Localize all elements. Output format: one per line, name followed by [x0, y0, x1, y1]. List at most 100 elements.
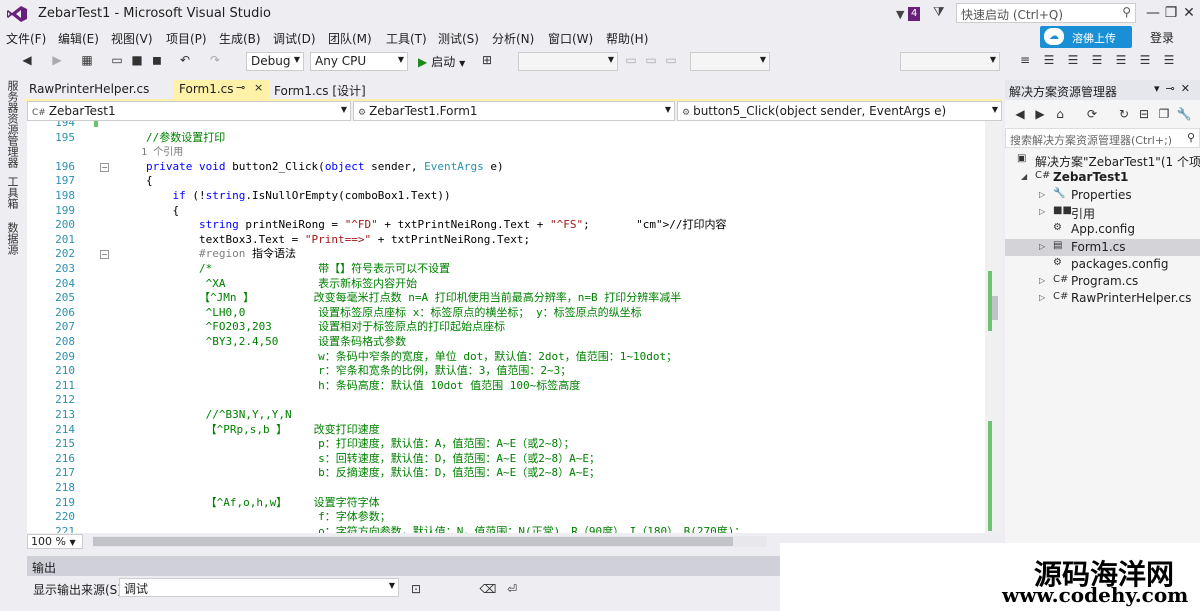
solution-tree-item[interactable]: ⚙ App.config: [1005, 221, 1200, 238]
show-all-files-icon[interactable]: ❐: [1155, 105, 1173, 123]
solution-tree-item[interactable]: ▷ ▤ Form1.cs: [1005, 238, 1200, 256]
format-icon[interactable]: ☰: [1088, 51, 1106, 69]
clear-all-icon[interactable]: ⌫: [479, 580, 497, 598]
format-icon[interactable]: ☰: [1064, 51, 1082, 69]
format-icon[interactable]: ≡: [1016, 51, 1034, 69]
solution-tree-label: RawPrinterHelper.cs: [1071, 291, 1192, 306]
forward-icon[interactable]: ▶: [1031, 105, 1049, 123]
feedback-filter-icon[interactable]: ⧩: [933, 5, 945, 20]
data-sources-tab[interactable]: 数据源: [4, 222, 20, 255]
member-navigation-select[interactable]: ⚙ button5_Click(object sender, EventArgs …: [677, 101, 1002, 121]
undo-icon[interactable]: ↶: [176, 51, 194, 69]
type-navigation-value: ZebarTest1.Form1: [369, 104, 478, 118]
open-file-icon[interactable]: ▭: [108, 51, 126, 69]
project-navigation-select[interactable]: C# ZebarTest1 ▼: [27, 101, 351, 121]
solution-tree-item[interactable]: ◢ C# ZebarTest1: [1005, 169, 1200, 186]
pin-icon[interactable]: ⊸: [236, 81, 245, 94]
toolbox-tab[interactable]: 工具箱: [4, 176, 20, 209]
close-tab-icon[interactable]: ×: [254, 81, 263, 94]
solution-tree-item[interactable]: ▷ C# RawPrinterHelper.cs: [1005, 290, 1200, 307]
expand-arrow-icon[interactable]: ▷: [1039, 293, 1045, 302]
tab-rawprinterhelper[interactable]: RawPrinterHelper.cs: [24, 80, 174, 99]
new-project-icon[interactable]: ▦: [78, 51, 96, 69]
back-icon[interactable]: ◀: [1011, 105, 1029, 123]
toolbar-icon[interactable]: ▭: [662, 51, 680, 69]
format-icon[interactable]: ☰: [1112, 51, 1130, 69]
save-icon[interactable]: ■: [128, 51, 146, 69]
cloud-upload-button[interactable]: ☁ 溶佛上传: [1040, 26, 1132, 48]
cloud-icon: ☁: [1044, 28, 1064, 45]
solution-platform-select[interactable]: Any CPU ▼: [310, 52, 408, 71]
menu-analyze[interactable]: 分析(N): [492, 30, 534, 47]
forward-icon[interactable]: ▶: [48, 51, 66, 69]
expand-arrow-icon[interactable]: ▷: [1039, 276, 1045, 285]
expand-arrow-icon[interactable]: ◢: [1021, 172, 1027, 181]
tab-form1-code[interactable]: Form1.cs ⊸ ×: [174, 80, 269, 99]
format-icon[interactable]: ☰: [1160, 51, 1178, 69]
solution-tree-item[interactable]: ▷ 🔧 Properties: [1005, 187, 1200, 204]
attach-icon[interactable]: ⊞: [478, 51, 496, 69]
expand-arrow-icon[interactable]: ▷: [1039, 242, 1045, 251]
zoom-select[interactable]: 100 % ▼: [27, 534, 83, 549]
menu-tools[interactable]: 工具(T): [386, 30, 427, 47]
solution-configuration-select[interactable]: Debug ▼: [246, 52, 304, 71]
solution-search-input[interactable]: 搜索解决方案资源管理器(Ctrl+;) ⚲: [1005, 128, 1200, 148]
refresh-icon[interactable]: ↻: [1115, 105, 1133, 123]
solution-tree-item[interactable]: ▣ 解决方案"ZebarTest1"(1 个项目): [1005, 152, 1200, 169]
sync-icon[interactable]: ⟳: [1083, 105, 1101, 123]
panel-controls-icon[interactable]: ▾⊸✕: [1154, 82, 1196, 95]
menu-window[interactable]: 窗口(W): [548, 30, 593, 47]
solution-tree-item[interactable]: ⚙ packages.config: [1005, 256, 1200, 273]
code-line: ^BY3,2.4,50 设置条码格式参数: [93, 335, 407, 348]
menu-edit[interactable]: 编辑(E): [58, 30, 99, 47]
output-source-select[interactable]: 调试 ▼: [119, 578, 399, 597]
menu-team[interactable]: 团队(M): [328, 30, 372, 47]
menu-test[interactable]: 测试(S): [438, 30, 479, 47]
disabled-toolbar-combo[interactable]: ▼: [690, 52, 770, 71]
home-icon[interactable]: ⌂: [1051, 105, 1069, 123]
menu-build[interactable]: 生成(B): [219, 30, 261, 47]
code-line: ^FO203,203 设置相对于标签原点的打印起始点座标: [93, 320, 506, 334]
menu-project[interactable]: 项目(P): [166, 30, 207, 47]
code-line: textBox3.Text = "Print==>" + txtPrintNei…: [93, 232, 531, 246]
notifications-button[interactable]: ▼ 4: [896, 4, 926, 24]
line-number: 201: [55, 232, 75, 246]
format-icon[interactable]: ☰: [1040, 51, 1058, 69]
save-all-icon[interactable]: ◼: [148, 51, 166, 69]
disabled-toolbar-combo[interactable]: ▼: [518, 52, 618, 71]
solution-tree-item[interactable]: ▷ ■■ 引用: [1005, 204, 1200, 221]
sign-in-link[interactable]: 登录: [1150, 29, 1174, 46]
properties-icon[interactable]: 🔧: [1175, 105, 1193, 123]
format-icon[interactable]: ☰: [1136, 51, 1154, 69]
tab-form1-designer[interactable]: Form1.cs [设计]: [269, 80, 379, 99]
disabled-toolbar-combo[interactable]: ▼: [900, 52, 1000, 71]
editor-vertical-scrollbar[interactable]: [985, 121, 1002, 533]
solution-tree-item[interactable]: ▷ C# Program.cs: [1005, 273, 1200, 290]
start-debugging-button[interactable]: ▶ 启动 ▼: [418, 53, 465, 70]
menu-file[interactable]: 文件(F): [6, 30, 46, 47]
menu-help[interactable]: 帮助(H): [606, 30, 648, 47]
close-button[interactable]: ✕: [1178, 2, 1200, 24]
editor-horizontal-scrollbar[interactable]: [93, 536, 767, 547]
expand-arrow-icon[interactable]: ▷: [1039, 207, 1045, 216]
expand-arrow-icon[interactable]: ▷: [1039, 190, 1045, 199]
redo-icon[interactable]: ↷: [206, 51, 224, 69]
line-number: 209: [55, 349, 75, 363]
file-type-icon: C#: [1053, 291, 1069, 303]
toolbar-icon[interactable]: ▭: [642, 51, 660, 69]
word-wrap-icon[interactable]: ⏎: [503, 580, 521, 598]
menu-view[interactable]: 视图(V): [111, 30, 153, 47]
quick-launch-input[interactable]: 快速启动 (Ctrl+Q) ⚲: [956, 3, 1136, 23]
menu-debug[interactable]: 调试(D): [273, 30, 316, 47]
find-icon[interactable]: ⊡: [407, 580, 425, 598]
type-navigation-select[interactable]: ⚙ ZebarTest1.Form1 ▼: [353, 101, 675, 121]
tab-label: Form1.cs: [179, 82, 234, 96]
code-editor[interactable]: 194 195 196−197 198 199 200 201 202−203 204 205 20…: [27, 121, 985, 533]
server-explorer-tab[interactable]: 服务器资源管理器: [4, 80, 20, 168]
code-line: s：回转速度，默认值：D，值范围：A~E（或2~8）A~E；: [93, 451, 601, 465]
scrollbar-thumb[interactable]: [93, 537, 733, 546]
solution-explorer-toolbar: ◀ ▶ ⌂ ⟳ ↻ ⊟ ❐ 🔧: [1005, 102, 1200, 128]
toolbar-icon[interactable]: ▭: [622, 51, 640, 69]
collapse-all-icon[interactable]: ⊟: [1135, 105, 1153, 123]
back-icon[interactable]: ◀: [18, 51, 36, 69]
